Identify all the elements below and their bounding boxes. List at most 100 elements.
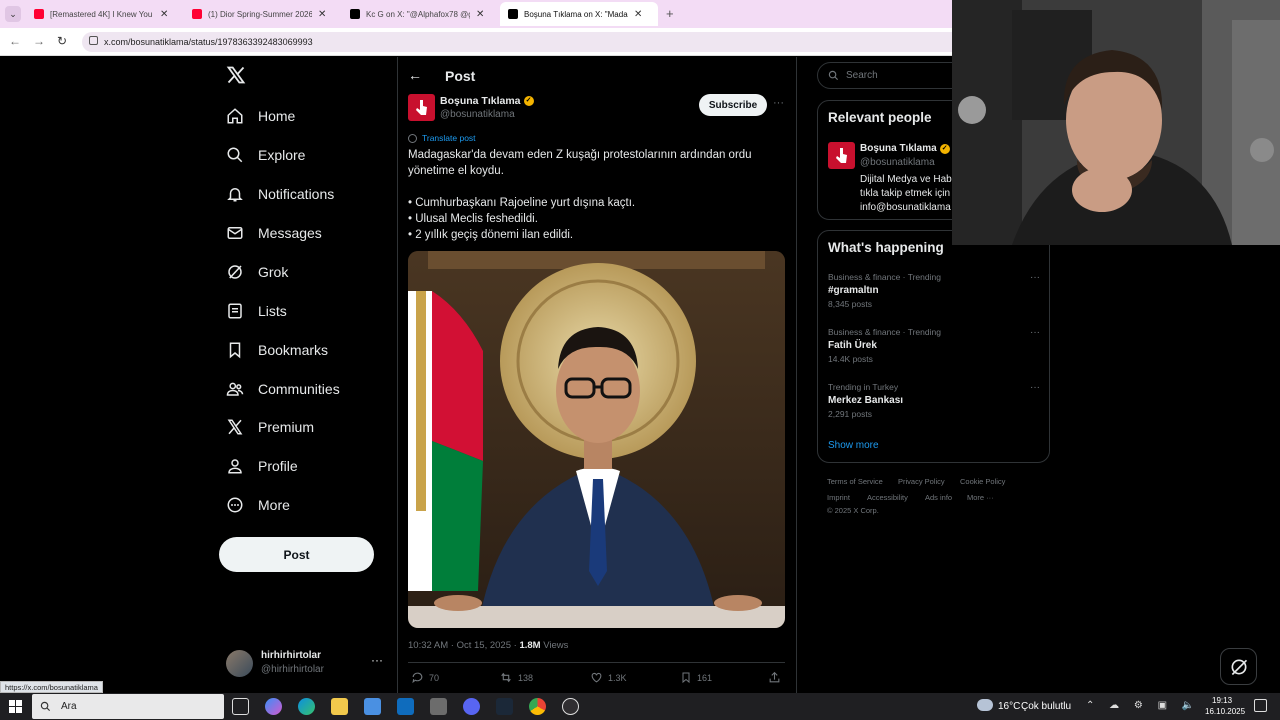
new-tab-icon[interactable]: +: [666, 6, 674, 21]
nav-grok[interactable]: Grok: [226, 257, 288, 287]
translate-post-link[interactable]: Translate post: [408, 133, 476, 143]
author-name[interactable]: Boşuna Tıklama ✓: [440, 95, 534, 107]
more-dots-icon[interactable]: ···: [1030, 382, 1040, 393]
avatar: [226, 650, 253, 677]
browser-tab[interactable]: (1) Dior Spring-Summer 2026 s ✕: [184, 2, 340, 26]
communities-icon: [226, 382, 244, 396]
back-icon[interactable]: ←: [9, 34, 21, 48]
hand-pointer-icon: [836, 148, 847, 163]
x-logo-icon[interactable]: [226, 65, 246, 90]
app-icon[interactable]: [430, 698, 447, 715]
footer-link[interactable]: Ads info: [925, 493, 952, 502]
edge-icon[interactable]: [298, 698, 315, 715]
browser-tab[interactable]: [Remastered 4K] I Knew You Were ✕: [26, 2, 182, 26]
person-handle: @bosunatiklama: [860, 157, 935, 168]
footer-link[interactable]: Terms of Service: [827, 477, 883, 486]
search-icon: [40, 701, 51, 712]
copyright-text: © 2025 X Corp.: [827, 506, 879, 515]
footer-link[interactable]: Imprint: [827, 493, 850, 502]
copilot-icon[interactable]: [265, 698, 282, 715]
weather-icon[interactable]: [977, 699, 993, 711]
tab-menu-button[interactable]: ⌄: [5, 6, 21, 22]
footer-link[interactable]: Privacy Policy: [898, 477, 945, 486]
person-name[interactable]: Boşuna Tıklama ✓: [860, 143, 950, 154]
divider: [796, 57, 797, 693]
heart-icon: [591, 672, 602, 683]
steam-icon[interactable]: [496, 698, 513, 715]
back-arrow-icon[interactable]: ←: [408, 67, 422, 83]
section-title: Relevant people: [828, 110, 932, 125]
bookmark-button[interactable]: 161: [680, 671, 712, 684]
grok-floating-button[interactable]: [1220, 648, 1257, 685]
task-view-icon[interactable]: [232, 698, 249, 715]
url-input[interactable]: x.com/bosunatiklama/status/1978363392483…: [82, 32, 962, 52]
nav-profile[interactable]: Profile: [226, 451, 298, 481]
chrome-icon[interactable]: [529, 698, 546, 715]
forward-icon[interactable]: →: [33, 34, 45, 48]
nav-home[interactable]: Home: [226, 101, 295, 131]
trend-item[interactable]: Business & finance · Trending Fatih Ürek…: [828, 327, 1040, 364]
trend-item[interactable]: Trending in Turkey Merkez Bankası 2,291 …: [828, 382, 1040, 419]
repost-button[interactable]: 138: [499, 671, 533, 684]
nav-explore[interactable]: Explore: [226, 140, 305, 170]
nav-communities[interactable]: Communities: [226, 374, 340, 404]
browser-tab-active[interactable]: Boşuna Tıklama on X: "Madaga ✕: [500, 2, 658, 26]
home-icon: [227, 108, 243, 124]
close-tab-icon[interactable]: ✕: [318, 9, 326, 20]
weather-desc[interactable]: Çok bulutlu: [1021, 701, 1071, 712]
obs-icon[interactable]: [562, 698, 579, 715]
person-icon: [228, 459, 242, 474]
nav-lists[interactable]: Lists: [226, 296, 287, 326]
bell-icon: [227, 188, 243, 202]
reply-button[interactable]: 70: [411, 671, 439, 684]
more-dots-icon[interactable]: ···: [1030, 327, 1040, 338]
hand-pointer-icon: [416, 100, 427, 115]
divider: [408, 662, 785, 663]
author-avatar[interactable]: [408, 94, 435, 121]
mail-icon: [227, 227, 243, 239]
more-dots-icon[interactable]: ···: [371, 653, 383, 667]
trend-item[interactable]: Business & finance · Trending #gramaltın…: [828, 272, 1040, 309]
footer-link[interactable]: More ···: [967, 493, 994, 502]
store-icon[interactable]: [364, 698, 381, 715]
tray-icons[interactable]: ⌃ ☁ ⚙ ▣ 🔈: [1086, 700, 1200, 711]
outlook-icon[interactable]: [397, 698, 414, 715]
more-dots-icon[interactable]: ···: [773, 97, 784, 109]
nav-messages[interactable]: Messages: [226, 218, 322, 248]
file-explorer-icon[interactable]: [331, 698, 348, 715]
close-tab-icon[interactable]: ✕: [160, 9, 168, 20]
close-tab-icon[interactable]: ✕: [476, 9, 484, 20]
account-switcher[interactable]: hirhirhirtolar @hirhirhirtolar ···: [226, 647, 386, 679]
browser-tab[interactable]: Kc G on X: "@Alphafox78 @gro ✕: [342, 2, 498, 26]
author-handle[interactable]: @bosunatiklama: [440, 109, 515, 120]
compose-post-button[interactable]: Post: [219, 537, 374, 572]
x-logo-icon: [350, 9, 360, 19]
taskbar-search-box[interactable]: Ara: [32, 694, 224, 719]
close-tab-icon[interactable]: ✕: [634, 9, 642, 20]
clock-date[interactable]: 16.10.2025: [1205, 707, 1245, 716]
post-media-image[interactable]: [408, 251, 785, 628]
footer-link[interactable]: Accessibility: [867, 493, 908, 502]
footer-link[interactable]: Cookie Policy: [960, 477, 1005, 486]
account-handle: @hirhirhirtolar: [261, 664, 324, 675]
nav-premium[interactable]: Premium: [226, 412, 314, 442]
show-more-link[interactable]: Show more: [828, 440, 879, 451]
like-button[interactable]: 1.3K: [590, 671, 627, 684]
nav-bookmarks[interactable]: Bookmarks: [226, 335, 328, 365]
notification-center-icon[interactable]: [1254, 699, 1267, 712]
clock-time[interactable]: 19:13: [1212, 696, 1232, 705]
verified-badge-icon: ✓: [939, 143, 950, 154]
more-dots-icon[interactable]: ···: [1030, 272, 1040, 283]
subscribe-button[interactable]: Subscribe: [699, 94, 767, 116]
share-button[interactable]: [768, 671, 786, 684]
nav-notifications[interactable]: Notifications: [226, 179, 334, 209]
nav-more[interactable]: More: [226, 490, 290, 520]
reply-icon: [412, 672, 423, 684]
avatar[interactable]: [828, 142, 855, 169]
site-info-icon[interactable]: [89, 36, 98, 45]
weather-temp[interactable]: 16°C: [998, 701, 1020, 712]
discord-icon[interactable]: [463, 698, 480, 715]
windows-start-icon[interactable]: [9, 700, 22, 713]
search-icon: [828, 70, 839, 81]
reload-icon[interactable]: ↻: [57, 34, 67, 48]
